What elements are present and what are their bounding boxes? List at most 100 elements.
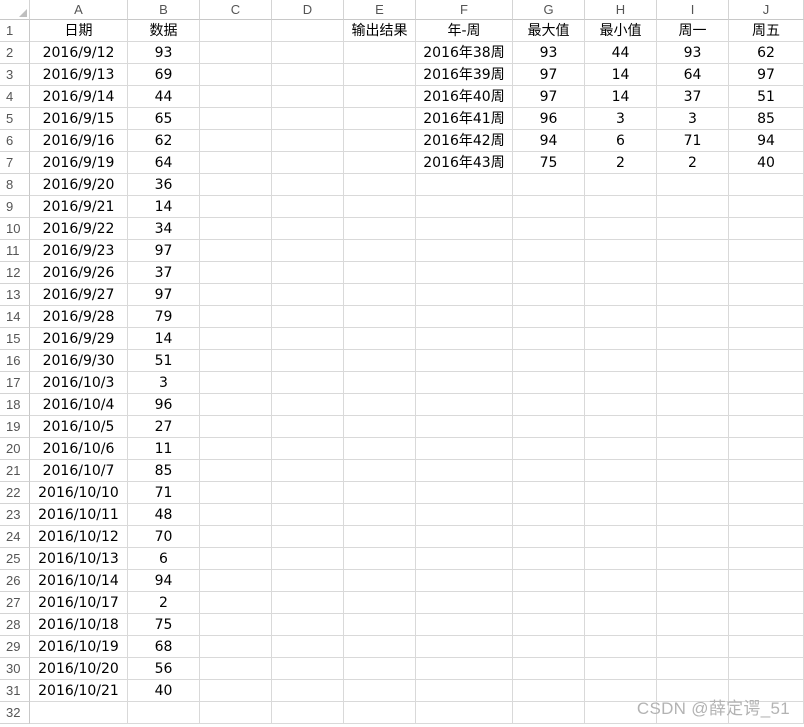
cell-g4[interactable]: 97 [513, 86, 585, 108]
cell-c11[interactable] [200, 240, 272, 262]
cell-c20[interactable] [200, 438, 272, 460]
cell-b23[interactable]: 48 [128, 504, 200, 526]
cell-f7[interactable]: 2016年43周 [416, 152, 513, 174]
cell-f19[interactable] [416, 416, 513, 438]
cell-h6[interactable]: 6 [585, 130, 657, 152]
cell-c4[interactable] [200, 86, 272, 108]
row-header-31[interactable]: 31 [0, 680, 30, 702]
row-header-8[interactable]: 8 [0, 174, 30, 196]
cell-g10[interactable] [513, 218, 585, 240]
cell-b28[interactable]: 75 [128, 614, 200, 636]
cell-f30[interactable] [416, 658, 513, 680]
cell-h15[interactable] [585, 328, 657, 350]
cell-c27[interactable] [200, 592, 272, 614]
cell-d2[interactable] [272, 42, 344, 64]
cell-e5[interactable] [344, 108, 416, 130]
cell-g25[interactable] [513, 548, 585, 570]
cell-a31[interactable]: 2016/10/21 [30, 680, 128, 702]
cell-i29[interactable] [657, 636, 729, 658]
row-header-13[interactable]: 13 [0, 284, 30, 306]
cell-a15[interactable]: 2016/9/29 [30, 328, 128, 350]
cell-f8[interactable] [416, 174, 513, 196]
cell-c31[interactable] [200, 680, 272, 702]
cell-b30[interactable]: 56 [128, 658, 200, 680]
cell-b3[interactable]: 69 [128, 64, 200, 86]
cell-f11[interactable] [416, 240, 513, 262]
cell-b26[interactable]: 94 [128, 570, 200, 592]
cell-c23[interactable] [200, 504, 272, 526]
cell-h3[interactable]: 14 [585, 64, 657, 86]
row-header-28[interactable]: 28 [0, 614, 30, 636]
cell-d19[interactable] [272, 416, 344, 438]
cell-c22[interactable] [200, 482, 272, 504]
cell-e21[interactable] [344, 460, 416, 482]
row-header-15[interactable]: 15 [0, 328, 30, 350]
cell-g5[interactable]: 96 [513, 108, 585, 130]
row-header-12[interactable]: 12 [0, 262, 30, 284]
cell-b17[interactable]: 3 [128, 372, 200, 394]
cell-i26[interactable] [657, 570, 729, 592]
cell-a16[interactable]: 2016/9/30 [30, 350, 128, 372]
cell-e8[interactable] [344, 174, 416, 196]
cell-e12[interactable] [344, 262, 416, 284]
cell-i19[interactable] [657, 416, 729, 438]
cell-f2[interactable]: 2016年38周 [416, 42, 513, 64]
column-header-g[interactable]: G [513, 0, 585, 20]
cell-j22[interactable] [729, 482, 804, 504]
cell-h25[interactable] [585, 548, 657, 570]
cell-j5[interactable]: 85 [729, 108, 804, 130]
cell-a3[interactable]: 2016/9/13 [30, 64, 128, 86]
cell-c1[interactable] [200, 20, 272, 42]
column-header-i[interactable]: I [657, 0, 729, 20]
cell-e9[interactable] [344, 196, 416, 218]
cell-a17[interactable]: 2016/10/3 [30, 372, 128, 394]
cell-f12[interactable] [416, 262, 513, 284]
cell-h7[interactable]: 2 [585, 152, 657, 174]
cell-c8[interactable] [200, 174, 272, 196]
cell-h16[interactable] [585, 350, 657, 372]
cell-b6[interactable]: 62 [128, 130, 200, 152]
cell-c25[interactable] [200, 548, 272, 570]
cell-h13[interactable] [585, 284, 657, 306]
cell-a22[interactable]: 2016/10/10 [30, 482, 128, 504]
cell-a12[interactable]: 2016/9/26 [30, 262, 128, 284]
cell-f3[interactable]: 2016年39周 [416, 64, 513, 86]
cell-i15[interactable] [657, 328, 729, 350]
cell-j20[interactable] [729, 438, 804, 460]
cell-b24[interactable]: 70 [128, 526, 200, 548]
cell-j10[interactable] [729, 218, 804, 240]
cell-f15[interactable] [416, 328, 513, 350]
cell-g7[interactable]: 75 [513, 152, 585, 174]
cell-b19[interactable]: 27 [128, 416, 200, 438]
cell-c32[interactable] [200, 702, 272, 724]
cell-d17[interactable] [272, 372, 344, 394]
cell-c18[interactable] [200, 394, 272, 416]
cell-f23[interactable] [416, 504, 513, 526]
cell-j14[interactable] [729, 306, 804, 328]
cell-b4[interactable]: 44 [128, 86, 200, 108]
cell-i22[interactable] [657, 482, 729, 504]
cell-i27[interactable] [657, 592, 729, 614]
cell-d1[interactable] [272, 20, 344, 42]
cell-e29[interactable] [344, 636, 416, 658]
cell-b21[interactable]: 85 [128, 460, 200, 482]
cell-c2[interactable] [200, 42, 272, 64]
cell-j2[interactable]: 62 [729, 42, 804, 64]
cell-d25[interactable] [272, 548, 344, 570]
cell-a4[interactable]: 2016/9/14 [30, 86, 128, 108]
cell-b18[interactable]: 96 [128, 394, 200, 416]
row-header-18[interactable]: 18 [0, 394, 30, 416]
cell-b8[interactable]: 36 [128, 174, 200, 196]
cell-c19[interactable] [200, 416, 272, 438]
cell-a8[interactable]: 2016/9/20 [30, 174, 128, 196]
cell-j30[interactable] [729, 658, 804, 680]
row-header-5[interactable]: 5 [0, 108, 30, 130]
cell-h28[interactable] [585, 614, 657, 636]
row-header-19[interactable]: 19 [0, 416, 30, 438]
cell-f20[interactable] [416, 438, 513, 460]
cell-i4[interactable]: 37 [657, 86, 729, 108]
cell-f18[interactable] [416, 394, 513, 416]
cell-j16[interactable] [729, 350, 804, 372]
cell-h18[interactable] [585, 394, 657, 416]
cell-b12[interactable]: 37 [128, 262, 200, 284]
